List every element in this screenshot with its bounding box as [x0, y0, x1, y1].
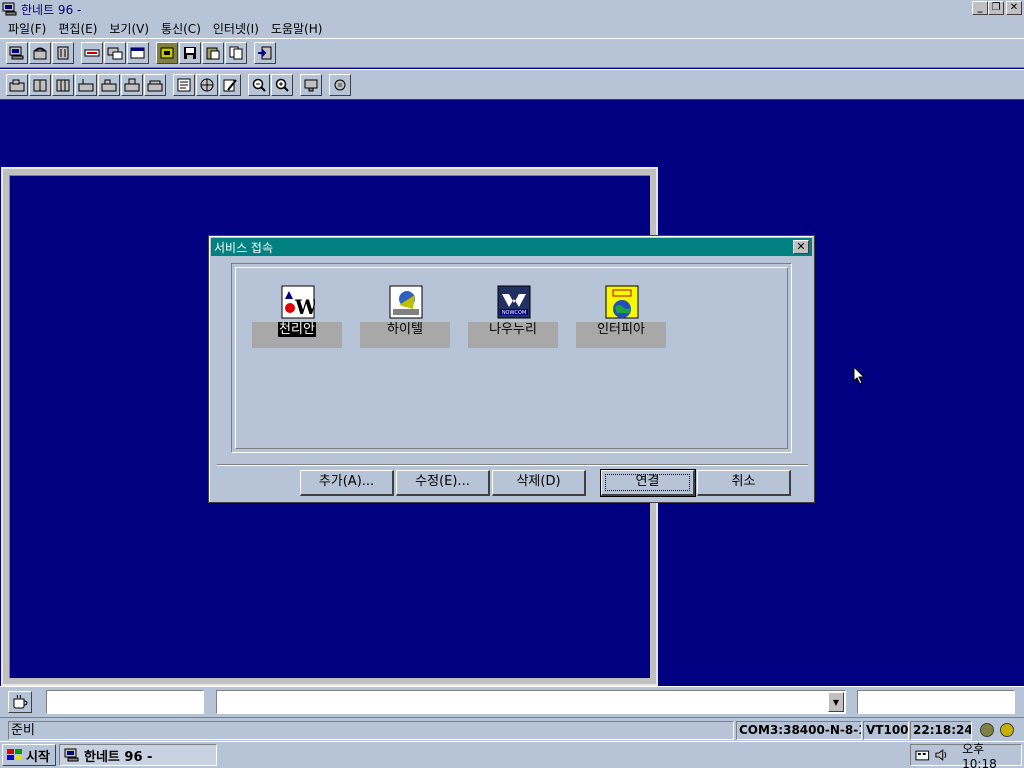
- menu-bar: 파일(F) 편집(E) 보기(V) 통신(C) 인터넷(I) 도움말(H): [0, 18, 1024, 38]
- system-tray: 오후 10:18: [910, 742, 1022, 768]
- command-field-right[interactable]: [857, 690, 1015, 714]
- menu-view[interactable]: 보기(V): [103, 20, 155, 37]
- folder-1-icon[interactable]: [6, 73, 28, 96]
- folder-5-icon[interactable]: [98, 73, 120, 96]
- mouse-cursor-icon: [853, 366, 865, 385]
- nownuri-icon: NOWCOM: [497, 285, 531, 319]
- taskbar: 시작 한네트 96 - 오후 10:18: [0, 741, 1024, 768]
- edit-icon[interactable]: [219, 73, 241, 96]
- zoom-in-icon[interactable]: [271, 73, 293, 96]
- secondary-toolbar: [0, 69, 1024, 100]
- connect-button[interactable]: 연결: [600, 469, 696, 497]
- command-combo[interactable]: ▼: [216, 690, 846, 714]
- document-icon[interactable]: [173, 73, 195, 96]
- svg-text:W: W: [294, 295, 315, 319]
- menu-edit[interactable]: 편집(E): [52, 20, 103, 37]
- folder-7-icon[interactable]: [144, 73, 166, 96]
- computer-icon[interactable]: [6, 42, 28, 64]
- menu-internet[interactable]: 인터넷(I): [207, 20, 265, 37]
- start-label: 시작: [26, 749, 50, 765]
- menu-file[interactable]: 파일(F): [2, 20, 52, 37]
- delete-button[interactable]: 삭제(D): [492, 470, 586, 496]
- svg-text:NOWCOM: NOWCOM: [502, 310, 526, 316]
- status-bar: 준비 COM3:38400-N-8-1 VT100 22:18:24: [0, 717, 1024, 741]
- cancel-button[interactable]: 취소: [697, 470, 791, 496]
- transfer-icon[interactable]: [104, 42, 126, 64]
- hannet-app-icon[interactable]: [2, 2, 18, 16]
- stop-icon[interactable]: [329, 73, 351, 96]
- dialog-title: 서비스 접속: [214, 240, 274, 255]
- folder-6-icon[interactable]: [121, 73, 143, 96]
- indicator-light-icon: [980, 723, 994, 737]
- taskbar-clock: 오후 10:18: [962, 741, 997, 768]
- keyboard-icon[interactable]: [915, 748, 931, 762]
- interpia-icon: [605, 285, 639, 319]
- globe-icon[interactable]: [196, 73, 218, 96]
- speaker-icon[interactable]: [934, 748, 950, 762]
- dialog-close-button[interactable]: ✕: [793, 240, 809, 254]
- service-item-nownuri[interactable]: NOWCOM 나우누리: [468, 285, 560, 349]
- port-settings: COM3:38400-N-8-1: [736, 721, 862, 740]
- clipboard-icon[interactable]: [202, 42, 224, 64]
- service-item-interpia[interactable]: 인터피아: [576, 285, 668, 349]
- modem-icon[interactable]: [81, 42, 103, 64]
- edit-button[interactable]: 수정(E)...: [396, 470, 490, 496]
- folder-2-icon[interactable]: [29, 73, 51, 96]
- folder-4-icon[interactable]: [75, 73, 97, 96]
- indicator-light-icon: [1000, 723, 1014, 737]
- connection-time: 22:18:24: [910, 721, 972, 740]
- copy-icon[interactable]: [225, 42, 247, 64]
- service-label: 천리안: [278, 322, 316, 337]
- cup-icon[interactable]: [8, 691, 32, 713]
- phone-connect-icon[interactable]: [29, 42, 51, 64]
- service-list: W 천리안 하이텔 NOWCOM 나우누리 인터피아: [231, 263, 792, 453]
- settings-icon[interactable]: [300, 73, 322, 96]
- close-button[interactable]: ✕: [1006, 1, 1022, 15]
- chevron-down-icon[interactable]: ▼: [828, 692, 844, 712]
- start-button[interactable]: 시작: [2, 744, 56, 766]
- taskbar-item-hannet[interactable]: 한네트 96 -: [59, 744, 217, 766]
- command-field-left[interactable]: [46, 690, 204, 714]
- status-message: 준비: [8, 721, 734, 740]
- chollian-icon: W: [281, 285, 315, 319]
- menu-help[interactable]: 도움말(H): [265, 20, 329, 37]
- hannet-app-icon: [64, 748, 79, 762]
- service-connect-dialog: 서비스 접속 ✕ W 천리안 하이텔 NOWCOM 나우누리 인터피아 추가(A…: [208, 235, 815, 503]
- save-icon[interactable]: [179, 42, 201, 64]
- main-toolbar: [0, 38, 1024, 68]
- window-title: 한네트 96 -: [21, 2, 82, 17]
- service-item-chollian[interactable]: W 천리안: [252, 285, 344, 349]
- capture-icon[interactable]: [156, 42, 178, 64]
- title-bar: 한네트 96 - _ ❐ ✕: [0, 0, 1024, 18]
- menu-communication[interactable]: 통신(C): [155, 20, 207, 37]
- add-button[interactable]: 추가(A)...: [300, 470, 394, 496]
- service-label: 하이텔: [387, 322, 423, 337]
- disconnect-icon[interactable]: [52, 42, 74, 64]
- windows-logo-icon: [7, 749, 22, 760]
- exit-icon[interactable]: [254, 42, 276, 64]
- hitel-icon: [389, 285, 423, 319]
- service-label: 나우누리: [489, 322, 537, 337]
- taskbar-item-label: 한네트 96 -: [84, 749, 153, 765]
- dialog-divider: [217, 464, 808, 466]
- emulation-mode: VT100: [863, 721, 909, 740]
- service-label: 인터피아: [597, 322, 645, 337]
- folder-3-icon[interactable]: [52, 73, 74, 96]
- window-icon[interactable]: [127, 42, 149, 64]
- input-bar: ▼: [0, 686, 1024, 717]
- restore-button[interactable]: ❐: [988, 1, 1004, 15]
- zoom-out-icon[interactable]: [248, 73, 270, 96]
- dialog-title-bar: 서비스 접속 ✕: [211, 238, 812, 256]
- service-item-hitel[interactable]: 하이텔: [360, 285, 452, 349]
- minimize-button[interactable]: _: [972, 1, 988, 15]
